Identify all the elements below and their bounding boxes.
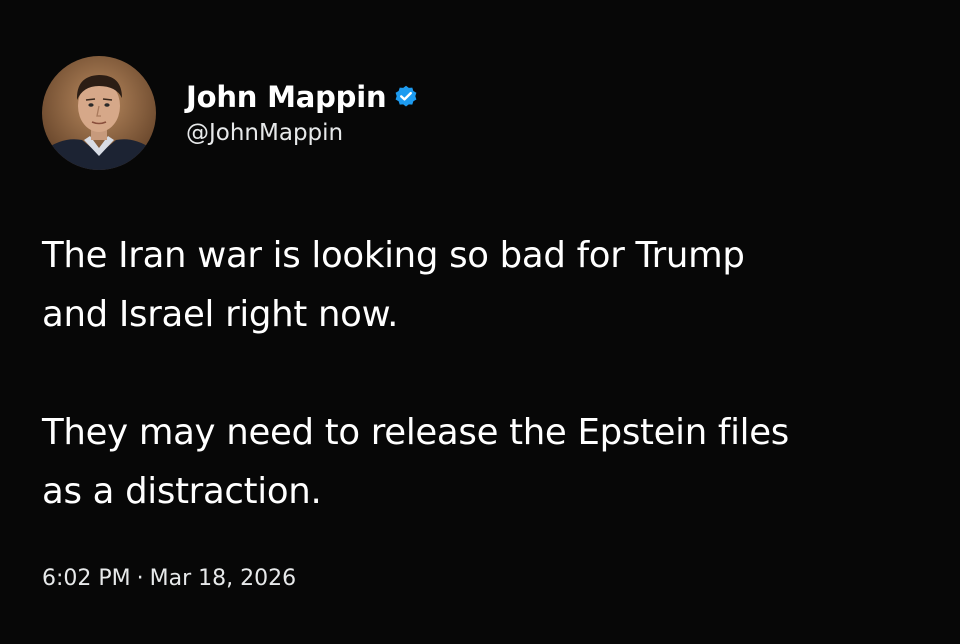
author-identity: John Mappin @JohnMappin [186,77,419,146]
verified-badge-icon [393,84,419,110]
tweet-time: 6:02 PM [42,566,131,591]
avatar-photo [42,56,156,170]
timestamp-separator: · [136,566,144,591]
tweet-timestamp[interactable]: 6:02 PM · Mar 18, 2026 [42,566,296,591]
author-handle[interactable]: @JohnMappin [186,120,419,146]
avatar[interactable] [42,56,156,170]
tweet-date: Mar 18, 2026 [149,566,297,591]
tweet-paragraph: They may need to release the Epstein fil… [42,412,789,512]
author-name-row: John Mappin [186,77,419,117]
tweet-paragraph: The Iran war is looking so bad for Trump… [42,235,745,335]
tweet-card: John Mappin @JohnMappin The Iran war is … [0,0,960,644]
tweet-header: John Mappin @JohnMappin [42,56,419,170]
tweet-text: The Iran war is looking so bad for Trump… [42,226,922,521]
author-display-name[interactable]: John Mappin [186,80,387,114]
